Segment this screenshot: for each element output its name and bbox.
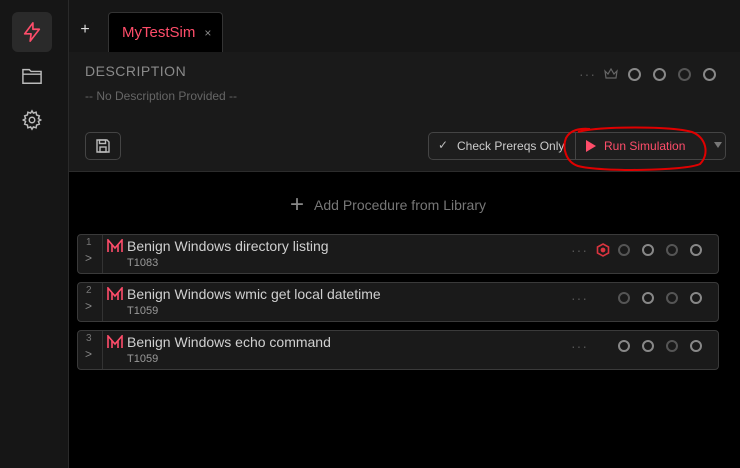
add-procedure-label: Add Procedure from Library [314,197,486,213]
description-text[interactable]: -- No Description Provided -- [85,89,237,103]
row-divider [102,331,103,369]
technique-id: T1059 [127,353,159,365]
save-icon [96,139,110,153]
status-circle-icon [690,244,702,256]
status-circle-icon [618,292,630,304]
procedure-name: Benign Windows echo command [127,334,331,350]
run-simulation-label: Run Simulation [604,139,686,153]
status-circle-icon [653,67,666,81]
status-circle-icon [690,340,702,352]
run-simulation-button[interactable]: Run Simulation [575,133,704,159]
status-circle-icon [666,292,678,304]
more-options-icon[interactable]: ··· [571,242,588,258]
more-options-icon[interactable]: ··· [579,66,596,82]
row-divider [102,283,103,321]
status-circle-icon [642,244,654,256]
header-icons: ··· [579,66,716,82]
procedure-row[interactable]: 1 > Benign Windows directory listing T10… [77,234,719,274]
technique-id: T1059 [127,305,159,317]
crown-icon[interactable] [604,68,618,80]
chevron-down-icon[interactable] [714,142,722,148]
procedure-number: 2 [86,285,92,296]
procedure-status: ··· [571,338,702,354]
simulations-nav-button[interactable] [12,12,52,52]
tab-label: MyTestSim [122,24,196,41]
technique-id: T1083 [127,257,159,269]
settings-nav-button[interactable] [12,100,52,140]
status-circle-icon [618,244,630,256]
status-circle-icon [618,340,630,352]
procedure-number: 1 [86,237,92,248]
status-circle-icon [666,244,678,256]
plus-icon: + [290,191,305,218]
chevron-right-icon[interactable]: > [85,299,92,313]
check-prereqs-button[interactable]: Check Prereqs Only [457,139,564,153]
folder-icon [22,68,42,84]
mitre-logo-icon [107,287,123,300]
status-circle-icon [690,292,702,304]
chevron-right-icon[interactable]: > [85,251,92,265]
status-circle-icon [666,340,678,352]
procedure-row[interactable]: 2 > Benign Windows wmic get local dateti… [77,282,719,322]
run-controls: ✓ Check Prereqs Only Run Simulation [428,132,726,160]
procedure-name: Benign Windows directory listing [127,238,329,254]
mitre-logo-icon [107,335,123,348]
procedure-status: ··· [571,242,702,258]
status-circle-icon [628,67,641,81]
more-options-icon[interactable]: ··· [571,338,588,354]
status-circle-icon [642,340,654,352]
lightning-icon [23,22,41,42]
simulation-header: DESCRIPTION -- No Description Provided -… [69,52,740,172]
close-icon[interactable]: × [204,26,211,40]
procedure-name: Benign Windows wmic get local datetime [127,286,381,302]
gear-icon [21,109,43,131]
mitre-logo-icon [107,239,123,252]
library-nav-button[interactable] [12,56,52,96]
new-tab-button[interactable]: + [75,20,95,40]
status-circle-icon [703,67,716,81]
status-circle-icon [678,67,691,81]
add-procedure-button[interactable]: + Add Procedure from Library [290,191,486,218]
procedure-row[interactable]: 3 > Benign Windows echo command T1059 ··… [77,330,719,370]
tab-mytestsim[interactable]: MyTestSim × [108,12,223,52]
play-icon [586,140,596,152]
procedure-number: 3 [86,333,92,344]
tab-bar: + MyTestSim × [69,0,740,52]
sidebar [0,0,69,468]
status-circle-icon [642,292,654,304]
check-icon: ✓ [438,138,449,152]
save-button[interactable] [85,132,121,160]
procedure-status: ··· [571,290,702,306]
row-divider [102,235,103,273]
hexagon-warning-icon [596,243,610,257]
description-title: DESCRIPTION [85,63,187,79]
more-options-icon[interactable]: ··· [571,290,588,306]
chevron-right-icon[interactable]: > [85,347,92,361]
